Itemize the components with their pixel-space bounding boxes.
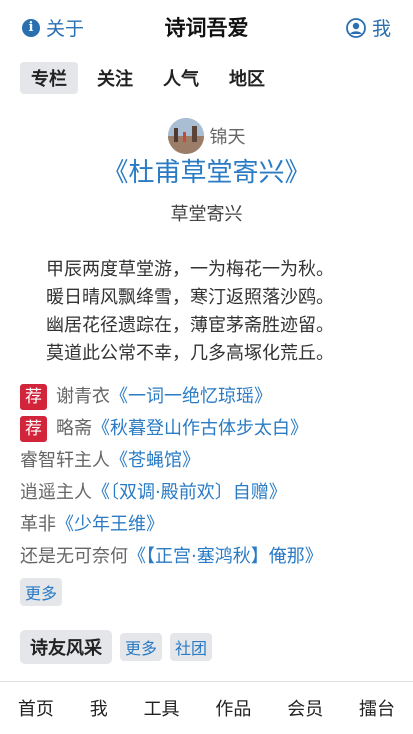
item-author: 革非 <box>20 514 56 535</box>
item-title[interactable]: 《〔双调·殿前欢〕自赠》 <box>92 477 287 509</box>
recommend-badge: 荐 <box>20 384 47 410</box>
item-title[interactable]: 《少年王维》 <box>56 509 164 541</box>
tab-column[interactable]: 专栏 <box>20 62 78 94</box>
bottom-nav: 首页 我 工具 作品 会员 擂台 <box>0 681 413 734</box>
poem-subtitle: 草堂寄兴 <box>170 204 243 225</box>
item-author: 睿智轩主人 <box>20 450 110 471</box>
poem-body: 甲辰两度草堂游，一为梅花一为秋。 暖日晴风飘绛雪，寒汀返照落沙鸥。 幽居花径遗踪… <box>46 256 334 368</box>
recommendation-list: 荐 谢青衣 《一词一绝忆琼瑶》 荐 略斋 《秋暮登山作古体步太白》 睿智轩主人 … <box>20 381 405 573</box>
item-author: 逍遥主人 <box>20 482 92 503</box>
item-title[interactable]: 《【正宫·塞鸿秋】俺那》 <box>128 541 323 573</box>
section-heading: 诗友风采 <box>20 630 112 664</box>
item-author: 谢青衣 <box>56 386 110 407</box>
me-label: 我 <box>371 18 391 40</box>
item-title[interactable]: 《秋暮登山作古体步太白》 <box>92 413 308 445</box>
poem-author[interactable]: 锦天 <box>0 118 413 154</box>
item-title[interactable]: 《一词一绝忆琼瑶》 <box>110 381 272 413</box>
list-item[interactable]: 荐 谢青衣 《一词一绝忆琼瑶》 <box>20 381 405 413</box>
app-header: i 关于 诗词吾爱 我 <box>0 0 413 52</box>
poet-section-header: 诗友风采 更多 社团 <box>20 630 213 664</box>
nav-me[interactable]: 我 <box>90 695 108 721</box>
user-icon <box>346 17 366 38</box>
recommend-badge: 荐 <box>20 416 47 442</box>
list-item[interactable]: 革非 《少年王维》 <box>20 509 405 541</box>
poets-more-button[interactable]: 更多 <box>120 633 163 661</box>
list-item[interactable]: 逍遥主人 《〔双调·殿前欢〕自赠》 <box>20 477 405 509</box>
poem-title[interactable]: 《杜甫草堂寄兴》 <box>0 152 413 189</box>
clubs-button[interactable]: 社团 <box>170 633 213 661</box>
nav-home[interactable]: 首页 <box>18 695 54 721</box>
item-author: 略斋 <box>56 418 92 439</box>
tab-region[interactable]: 地区 <box>218 62 276 94</box>
poem-line: 甲辰两度草堂游，一为梅花一为秋。 <box>46 259 334 280</box>
item-author: 还是无可奈何 <box>20 546 128 567</box>
me-link[interactable]: 我 <box>346 14 391 41</box>
nav-arena[interactable]: 擂台 <box>359 695 395 721</box>
more-button[interactable]: 更多 <box>20 578 63 606</box>
nav-works[interactable]: 作品 <box>215 695 251 721</box>
nav-tools[interactable]: 工具 <box>144 695 180 721</box>
list-item[interactable]: 还是无可奈何 《【正宫·塞鸿秋】俺那》 <box>20 541 405 573</box>
poem-line: 莫道此公常不幸，几多高塚化荒丘。 <box>46 343 334 364</box>
avatar <box>167 118 204 154</box>
poem-line: 幽居花径遗踪在，薄宦茅斋胜迹留。 <box>46 315 334 336</box>
author-name: 锦天 <box>209 127 246 148</box>
list-item[interactable]: 睿智轩主人 《苍蝇馆》 <box>20 445 405 477</box>
item-title[interactable]: 《苍蝇馆》 <box>110 445 200 477</box>
tab-popular[interactable]: 人气 <box>152 62 210 94</box>
list-item[interactable]: 荐 略斋 《秋暮登山作古体步太白》 <box>20 413 405 445</box>
tab-follow[interactable]: 关注 <box>86 62 144 94</box>
poem-line: 暖日晴风飘绛雪，寒汀返照落沙鸥。 <box>46 287 334 308</box>
category-tabs: 专栏 关注 人气 地区 <box>20 62 276 94</box>
nav-members[interactable]: 会员 <box>287 695 323 721</box>
